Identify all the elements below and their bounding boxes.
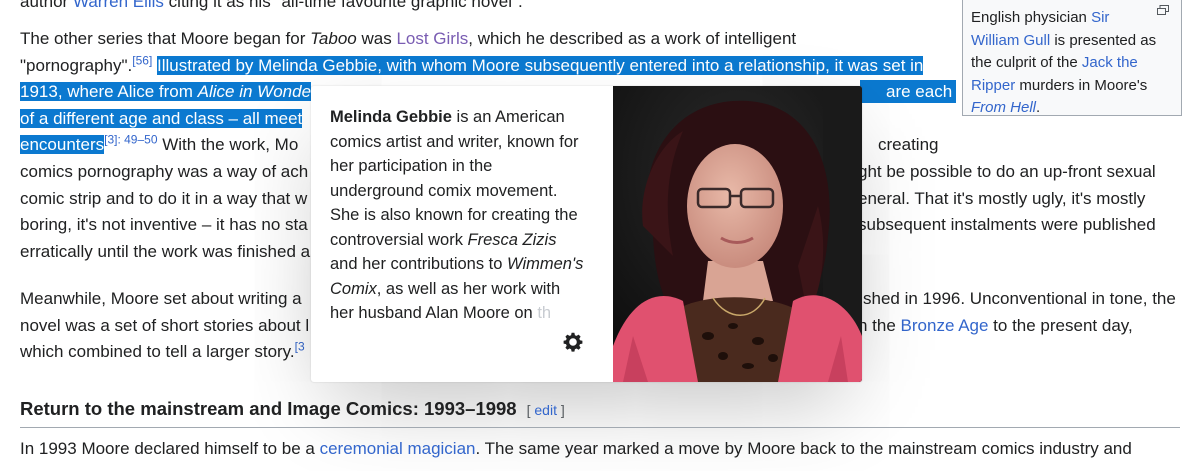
selected-text: are each [860, 80, 957, 104]
gear-icon[interactable] [563, 332, 583, 352]
text-line: underground comix movement. [330, 181, 558, 200]
text: th [537, 304, 552, 322]
text: to the present day, [988, 315, 1133, 335]
edit-link[interactable]: edit [534, 402, 557, 418]
text-line: her participation in the [330, 157, 493, 175]
caption-line: the culprit of the Jack the [971, 52, 1171, 75]
ripper-link[interactable]: Ripper [971, 77, 1015, 94]
text: Fresca Zizis [467, 230, 557, 249]
selected-text: Illustrated by Melinda Gebbie, with whom… [157, 55, 924, 75]
popup-extract[interactable]: Melinda Gebbie is an American comics art… [330, 105, 600, 326]
text: controversial work [330, 230, 468, 249]
text: n the [858, 315, 901, 335]
text: and her contributions to [330, 255, 508, 273]
text: author [20, 0, 73, 11]
text: . [1036, 99, 1041, 116]
caption-line: English physician Sir [971, 7, 1171, 30]
text-line: her husband Alan Moore on th [330, 301, 600, 326]
text-line: Comix, as well as her work with [330, 277, 600, 302]
text: comic strip and to do it in a way that w [20, 188, 308, 208]
selected-text: of a different age and class – all meet [20, 108, 303, 128]
selected-text: encounters [20, 135, 105, 155]
sir-william-gull-link[interactable]: Sir [1091, 9, 1109, 26]
text: creating [878, 135, 939, 155]
page-preview-popup[interactable]: Melinda Gebbie is an American comics art… [311, 86, 862, 382]
text: novel was a set of short stories about l [20, 315, 310, 335]
text: Meanwhile, Moore set about writing a [20, 289, 302, 308]
text: erratically until the work was finished … [20, 241, 311, 261]
text-line: comics artist and writer, known for [330, 132, 579, 151]
text: Wimmen's [507, 255, 584, 273]
taboo-title: Taboo [310, 29, 357, 48]
reference-3[interactable]: [3]: 49–50 [104, 133, 157, 147]
expand-icon[interactable] [1157, 5, 1169, 15]
text: citing it as his "all-time favourite gra… [163, 0, 523, 11]
text: boring, it's not inventive – it has no s… [20, 215, 308, 235]
edit-section: [ edit ] [527, 402, 565, 418]
popup-pointer [330, 75, 352, 86]
text: eneral. That it's mostly ugly, it's most… [858, 188, 1146, 208]
clipped-text-line: author Warren Ellis citing it as his "al… [20, 0, 523, 15]
text: , which he described as a work of intell… [468, 29, 797, 48]
text: subsequent instalments were published [858, 215, 1156, 235]
reference-3-b[interactable]: [3 [295, 340, 305, 354]
text: is an American [451, 108, 565, 126]
warren-ellis-link[interactable]: Warren Ellis [73, 0, 164, 11]
text: With the work, Mo [157, 135, 299, 155]
text: In 1993 Moore declared himself to be a [20, 439, 320, 458]
ceremonial-magician-link[interactable]: ceremonial magician [320, 439, 476, 458]
text: "pornography". [20, 55, 133, 75]
text-line: and her contributions to Wimmen's [330, 252, 600, 277]
selected-text: 1913, where Alice from Alice in Wonde [20, 82, 312, 102]
text: , as well as her work with [376, 279, 561, 298]
text: Alice in Wonde [197, 82, 312, 102]
caption-line: Ripper murders in Moore's [971, 75, 1171, 98]
text: 1913, where Alice from [20, 82, 198, 102]
text-line: Melinda Gebbie is an American [330, 105, 600, 130]
jack-the-ripper-link[interactable]: Jack the [1082, 54, 1138, 71]
caption-line: William Gull is presented as [971, 30, 1171, 53]
from-hell-link[interactable]: From Hell [971, 99, 1036, 116]
text: ght be possible to do an up-front sexual [858, 161, 1156, 181]
text-line: The other series that Moore began for Ta… [20, 26, 945, 53]
heading-text: Return to the mainstream and Image Comic… [20, 398, 517, 419]
text: The other series that Moore began for [20, 29, 311, 48]
text: Comix [330, 279, 377, 298]
section-heading: Return to the mainstream and Image Comic… [20, 398, 565, 420]
caption-line: From Hell. [971, 97, 1171, 120]
william-gull-link[interactable]: William Gull [971, 32, 1050, 49]
bronze-age-link[interactable]: Bronze Age [901, 316, 989, 335]
text: shed in 1996. Unconventional in tone, th… [863, 289, 1176, 308]
text: murders in Moore's [1015, 76, 1148, 94]
text: is presented as [1050, 31, 1157, 49]
lost-girls-link[interactable]: Lost Girls [396, 29, 468, 48]
reference-56[interactable]: [56] [132, 53, 152, 67]
portrait-photo[interactable] [613, 86, 862, 382]
text: which combined to tell a larger story. [20, 342, 295, 362]
text: ] [556, 402, 565, 418]
text-line: controversial work Fresca Zizis [330, 228, 600, 253]
text: comics pornography was a way of ach [20, 161, 309, 181]
image-caption-box: English physician Sir William Gull is pr… [962, 0, 1182, 116]
text-line: She is also known for creating the [330, 206, 578, 224]
text: . The same year marked a move by Moore b… [475, 439, 1132, 458]
popup-title: Melinda Gebbie [330, 108, 452, 126]
text: encounters [20, 135, 105, 155]
text-line: "pornography".[56] Illustrated by Melind… [20, 53, 945, 80]
text: English physician [971, 9, 1092, 26]
heading-underline [20, 427, 1180, 428]
paragraph-1993: In 1993 Moore declared himself to be a c… [20, 436, 1132, 463]
text: her husband Alan Moore on [330, 304, 538, 322]
text: the culprit of the [971, 54, 1082, 71]
text: was [356, 29, 397, 48]
